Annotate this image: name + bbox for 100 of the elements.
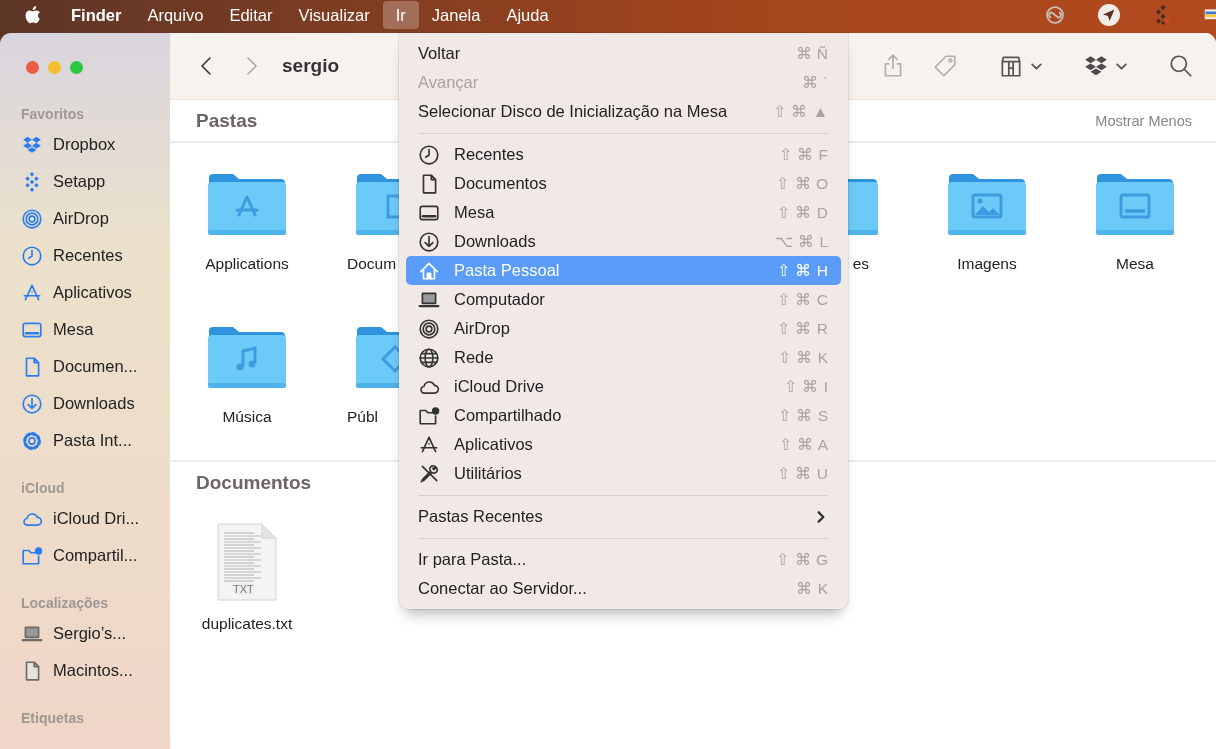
shortcut-label: ⇧ ⌘ I — [784, 377, 828, 396]
folder-name: Música — [222, 408, 272, 426]
sidebar-item[interactable]: AirDrop — [21, 200, 170, 237]
search-icon[interactable] — [1168, 53, 1194, 79]
sidebar-item[interactable]: Recentes — [21, 237, 170, 274]
folder-name: es — [852, 255, 870, 273]
menu-item[interactable]: Pastas Recentes — [406, 502, 841, 531]
menu-item-label: Downloads — [454, 232, 536, 251]
sidebar-item[interactable]: Sergio’s... — [21, 615, 170, 652]
sidebar-item[interactable]: Pasta Int... — [21, 422, 170, 459]
shortcut-label: ⇧ ⌘ G — [776, 550, 828, 569]
shortcut-label: ⇧ ⌘ K — [778, 348, 828, 367]
menu-item[interactable]: Downloads ⌥ ⌘ L — [406, 227, 841, 256]
window-title: sergio — [282, 55, 340, 77]
menu-bar-item[interactable]: Janela — [418, 1, 494, 29]
menu-item-label: Compartilhado — [454, 406, 562, 425]
menu-item[interactable]: Aplicativos ⇧ ⌘ A — [406, 430, 841, 459]
menu-item[interactable]: Computador ⇧ ⌘ C — [406, 285, 841, 314]
archive-icon[interactable] — [998, 53, 1024, 79]
sidebar-item[interactable]: Aplicativos — [21, 274, 170, 311]
menu-item[interactable]: Selecionar Disco de Inicialização na Mesa ⇧ ⌘ ▲ — [406, 97, 841, 126]
sidebar-item[interactable]: iCloud Dri... — [21, 500, 170, 537]
sidebar-item[interactable]: Setapp — [21, 163, 170, 200]
folder-name: Mesa — [1116, 255, 1154, 273]
sidebar-item[interactable]: Downloads — [21, 385, 170, 422]
menu-bar-item[interactable]: Ajuda — [493, 1, 562, 29]
menu-item[interactable]: Ir para Pasta... ⇧ ⌘ G — [406, 545, 841, 574]
menu-item-label: Utilitários — [454, 464, 522, 483]
sidebar-item[interactable]: Documen... — [21, 348, 170, 385]
section-heading: Favoritos — [21, 105, 85, 124]
app-menu[interactable]: Finder — [58, 1, 135, 29]
sidebar-item-label: AirDrop — [53, 209, 109, 228]
menu-item[interactable]: Voltar ⌘ Ñ — [406, 39, 841, 68]
section-heading: Localizações — [21, 594, 110, 613]
shared-folder-icon — [418, 404, 440, 427]
menu-bar-item[interactable]: Arquivo — [134, 1, 217, 29]
close-button[interactable] — [26, 60, 39, 74]
clock-icon — [21, 244, 43, 267]
section-title: Pastas — [196, 109, 258, 132]
menu-item-label: Voltar — [418, 44, 461, 63]
sidebar-item[interactable]: Macintos... — [21, 652, 170, 689]
shortcut-label: ⌘ ´ — [801, 73, 828, 92]
menu-item[interactable]: Conectar ao Servidor... ⌘ K — [406, 574, 841, 603]
show-less-link[interactable]: Mostrar Menos — [1095, 112, 1192, 129]
shortcut-label: ⇧ ⌘ D — [777, 203, 828, 222]
menu-bar-item[interactable]: Ir — [382, 1, 419, 29]
shortcut-label: ⇧ ⌘ O — [776, 174, 828, 193]
menu-item[interactable]: Utilitários ⇧ ⌘ U — [406, 459, 841, 488]
sidebar-item-label: Mesa — [53, 320, 94, 339]
sidebar-item-label: Compartil... — [53, 546, 138, 565]
menu-item[interactable]: Mesa ⇧ ⌘ D — [406, 198, 841, 227]
menu-item[interactable]: Recentes ⇧ ⌘ F — [406, 140, 841, 169]
menu-item-label: Recentes — [454, 145, 524, 164]
globe-icon — [418, 346, 440, 369]
shortcut-label: ⇧ ⌘ C — [777, 290, 828, 309]
menu-item-label: AirDrop — [454, 319, 510, 338]
sidebar-item[interactable]: Mesa — [21, 311, 170, 348]
menu-item[interactable]: Documentos ⇧ ⌘ O — [406, 169, 841, 198]
tag-icon[interactable] — [932, 53, 958, 79]
menu-item[interactable]: iCloud Drive ⇧ ⌘ I — [406, 372, 841, 401]
folder-name: Imagens — [957, 255, 1017, 273]
download-icon — [21, 392, 43, 415]
menu-item-label: Pastas Recentes — [418, 507, 543, 526]
file-type-label: TXT — [233, 583, 254, 595]
airdrop-icon — [418, 317, 440, 340]
section-title: Documentos — [196, 471, 312, 494]
airdrop-icon — [21, 207, 43, 230]
shared-folder-icon — [21, 544, 43, 567]
back-button[interactable] — [201, 57, 211, 75]
shortcut-label: ⇧ ⌘ H — [777, 261, 828, 280]
sidebar-item-label: iCloud Dri... — [53, 509, 140, 528]
section-heading: iCloud — [21, 479, 66, 498]
sidebar-item-label: Sergio’s... — [53, 624, 127, 643]
sidebar-item-label: Recentes — [53, 246, 123, 265]
menu-item-label: Avançar — [418, 73, 479, 92]
shortcut-label: ⌘ K — [796, 579, 828, 598]
menu-item[interactable]: Rede ⇧ ⌘ K — [406, 343, 841, 372]
folder-name: Públ — [346, 408, 379, 426]
menu-item-label: Mesa — [454, 203, 495, 222]
folder-name: Docum — [346, 255, 397, 273]
sidebar-item-label: Setapp — [53, 172, 106, 191]
sidebar-item[interactable]: Dropbox — [21, 126, 170, 163]
shortcut-label: ⇧ ⌘ ▲ — [773, 102, 828, 121]
sidebar-item[interactable]: Compartil... — [21, 537, 170, 574]
sidebar-item-label: Documen... — [53, 357, 138, 376]
menu-item-label: Pasta Pessoal — [454, 261, 560, 280]
sidebar-item-label: Aplicativos — [53, 283, 132, 302]
menu-bar-item[interactable]: Editar — [216, 1, 286, 29]
shortcut-label: ⇧ ⌘ S — [778, 406, 828, 425]
menu-item-label: Documentos — [454, 174, 547, 193]
menu-item-label: iCloud Drive — [454, 377, 544, 396]
menu-item[interactable]: Compartilhado ⇧ ⌘ S — [406, 401, 841, 430]
download-icon — [418, 230, 440, 253]
sidebar-item-label: Pasta Int... — [53, 431, 132, 450]
sidebar-item-label: Downloads — [53, 394, 135, 413]
menu-bar-item[interactable]: Visualizar — [285, 1, 383, 29]
folder-name: Applications — [205, 255, 289, 273]
menu-item-label: Aplicativos — [454, 435, 533, 454]
shortcut-label: ⌥ ⌘ L — [774, 232, 828, 251]
menu-item[interactable]: AirDrop ⇧ ⌘ R — [406, 314, 841, 343]
